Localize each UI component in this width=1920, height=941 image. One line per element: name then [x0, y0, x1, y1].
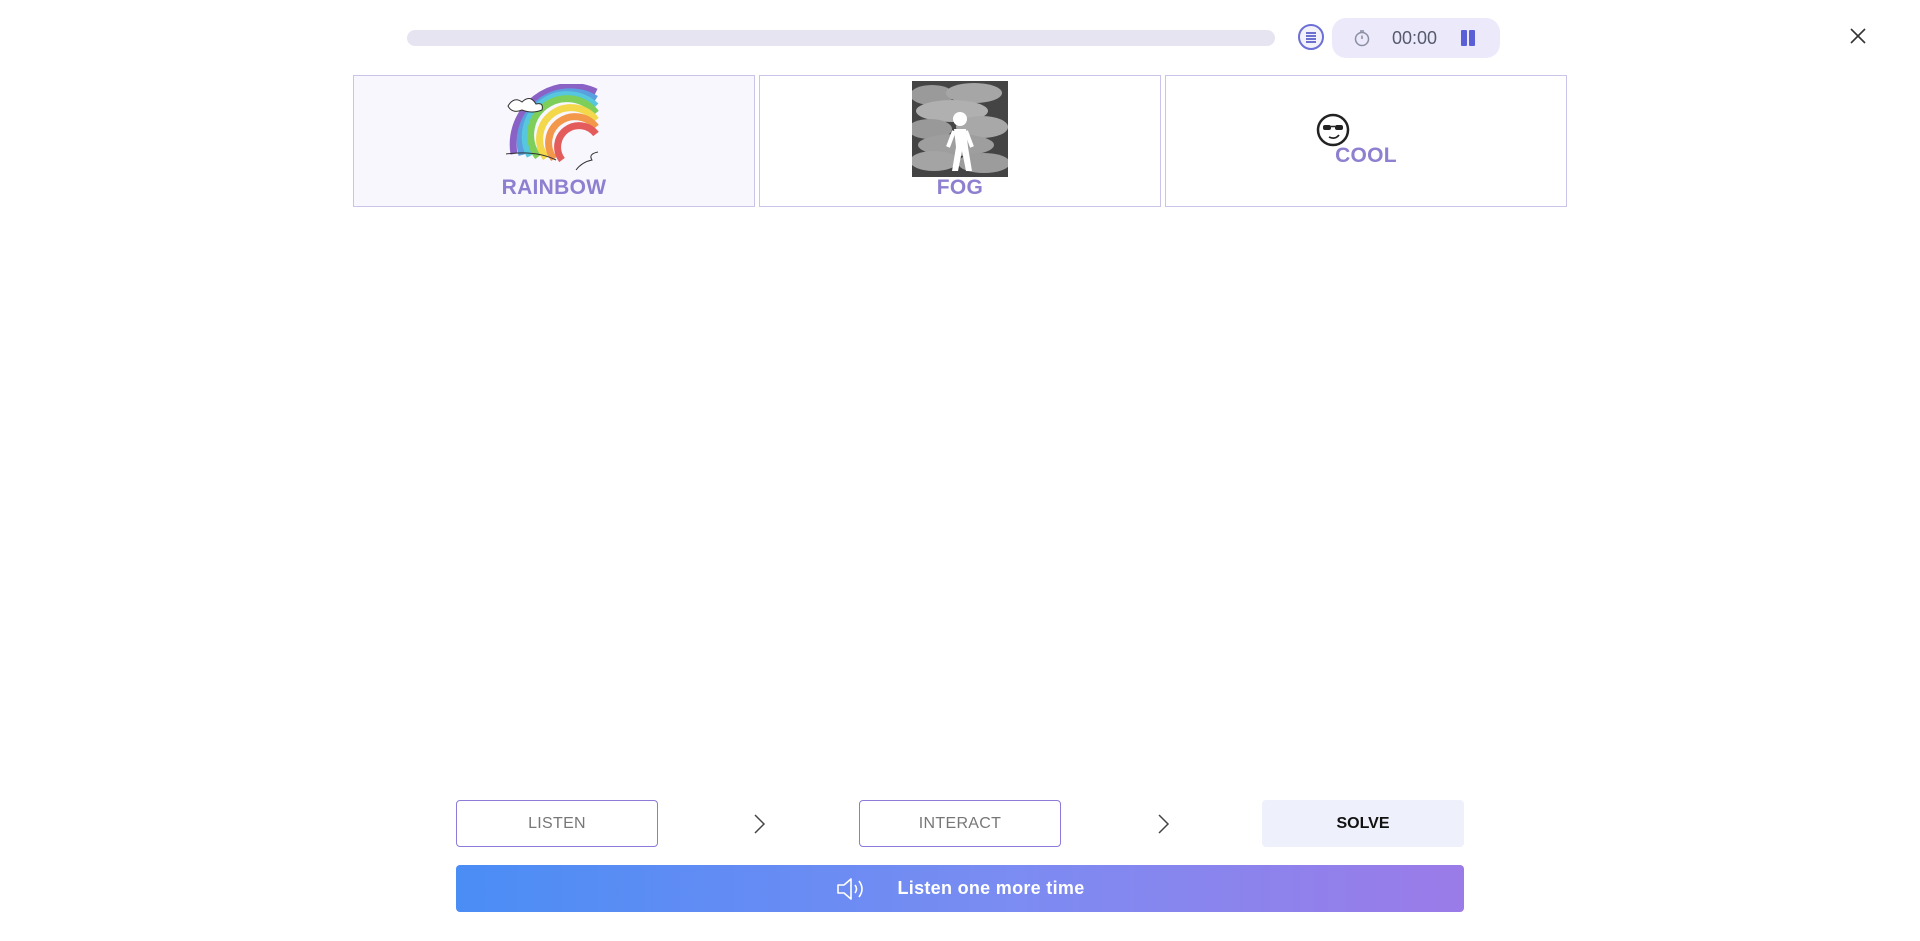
card-label: FOG: [936, 176, 984, 199]
step-interact[interactable]: INTERACT: [859, 800, 1061, 847]
step-solve[interactable]: SOLVE: [1262, 800, 1464, 847]
listen-again-label: Listen one more time: [897, 878, 1085, 898]
pause-icon: [1461, 30, 1467, 46]
list-icon: [1306, 32, 1316, 43]
card-label: RAINBOW: [501, 176, 607, 199]
speaker-icon: [837, 877, 864, 900]
chevron-right-icon: [754, 814, 766, 834]
rainbow-picture: [506, 84, 599, 171]
step-indicator: LISTEN INTERACT SOLVE: [456, 800, 1464, 848]
top-bar: 00:00: [0, 0, 1920, 75]
step-listen[interactable]: LISTEN: [456, 800, 658, 847]
chevron-right-icon: [1158, 814, 1170, 834]
progress-bar: [407, 30, 1275, 46]
answer-cards: RAINBOW FOG COOL: [353, 75, 1567, 209]
timer-display: 00:00: [1392, 28, 1438, 48]
card-rainbow[interactable]: RAINBOW: [353, 75, 755, 207]
card-fog[interactable]: FOG: [759, 75, 1161, 207]
fog-picture: [912, 81, 1008, 177]
card-label: COOL: [1335, 144, 1397, 167]
listen-again-button[interactable]: Listen one more time: [456, 865, 1464, 912]
pause-button[interactable]: [1458, 28, 1478, 48]
close-icon[interactable]: [1846, 24, 1870, 48]
card-cool[interactable]: COOL: [1165, 75, 1567, 207]
cool-face-icon: [1316, 113, 1350, 147]
timer-panel: 00:00: [1332, 18, 1500, 58]
list-button[interactable]: [1298, 24, 1324, 50]
stopwatch-icon: [1354, 30, 1370, 47]
